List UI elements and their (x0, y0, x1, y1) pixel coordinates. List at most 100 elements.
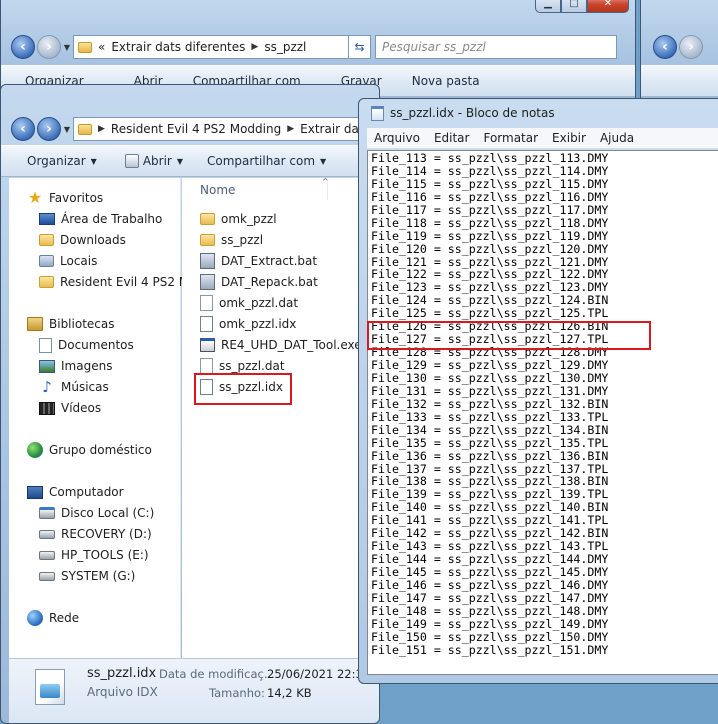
file-item[interactable]: RE4_UHD_DAT_Tool.exe (182, 334, 362, 355)
file-item[interactable]: omk_pzzl.dat (182, 292, 298, 313)
open-icon (124, 154, 139, 168)
folder-icon (78, 123, 92, 135)
breadcrumb-item[interactable]: Extrair dats diferentes (111, 40, 245, 54)
nav-network[interactable]: Rede (27, 608, 79, 628)
nav-item-videos[interactable]: Vídeos (39, 398, 101, 418)
nav-item-drive-c[interactable]: Disco Local (C:) (39, 503, 154, 523)
file-large-icon (35, 669, 65, 705)
open-button[interactable]: Abrir ▼ (107, 154, 193, 168)
nav-computer[interactable]: Computador (27, 482, 124, 502)
music-note-icon: ♪ (42, 378, 52, 396)
notepad-line: File_113 = ss_pzzl\ss_pzzl_113.DMY (371, 151, 609, 165)
nav-homegroup[interactable]: Grupo doméstico (27, 440, 152, 460)
chevron-down-icon: ▼ (320, 156, 327, 166)
back-arrow-icon[interactable]: ‹ (11, 117, 35, 141)
notepad-line: File_150 = ss_pzzl\ss_pzzl_150.DMY (371, 629, 609, 644)
right-background-window: ‹ › (640, 0, 718, 104)
notepad-line: File_115 = ss_pzzl\ss_pzzl_115.DMY (371, 176, 609, 191)
chevron-down-icon: ▼ (176, 156, 184, 166)
nav-label: Favoritos (49, 191, 104, 205)
network-icon (27, 610, 43, 626)
breadcrumb-item[interactable]: Resident Evil 4 PS2 Modding (111, 122, 281, 136)
history-dropdown-icon[interactable]: ▼ (61, 125, 73, 134)
menu-arquivo[interactable]: Arquivo (367, 131, 427, 145)
notepad-line: File_119 = ss_pzzl\ss_pzzl_119.DMY (371, 228, 609, 243)
notepad-line: File_129 = ss_pzzl\ss_pzzl_129.DMY (371, 358, 609, 372)
back-address-bar[interactable]: « Extrair dats diferentes ▶ ss_pzzl (73, 35, 349, 59)
notepad-line: File_151 = ss_pzzl\ss_pzzl_151.DMY (371, 642, 609, 657)
nav-item-music[interactable]: ♪ Músicas (39, 377, 109, 397)
nav-item-drive-e[interactable]: HP_TOOLS (E:) (39, 545, 149, 565)
file-name: ss_pzzl.dat (219, 358, 285, 373)
share-label: Compartilhar com (207, 154, 316, 168)
minimize-button[interactable]: ▁ (535, 0, 561, 13)
file-name: omk_pzzl.idx (219, 316, 297, 331)
file-item[interactable]: omk_pzzl.idx (182, 313, 296, 334)
notepad-line: File_136 = ss_pzzl\ss_pzzl_136.BIN (371, 448, 609, 463)
notepad-window: ss_pzzl.idx - Bloco de notas Arquivo Edi… (358, 98, 718, 684)
organize-button[interactable]: Organizar ▼ (1, 154, 107, 168)
notepad-line: File_146 = ss_pzzl\ss_pzzl_146.DMY (371, 577, 609, 592)
chevron-right-icon[interactable]: ▶ (251, 42, 258, 52)
library-icon (27, 317, 43, 331)
system-drive-icon (39, 507, 55, 519)
menu-formatar[interactable]: Formatar (476, 131, 545, 145)
notepad-text-area[interactable]: File_113 = ss_pzzl\ss_pzzl_113.DMY File_1… (367, 150, 718, 675)
notepad-line: File_114 = ss_pzzl\ss_pzzl_114.DMY (371, 163, 609, 178)
nav-label: Computador (49, 485, 124, 499)
nav-label: SYSTEM (G:) (61, 569, 136, 583)
nav-libraries[interactable]: Bibliotecas (27, 314, 114, 334)
organize-label: Organizar (27, 154, 86, 168)
file-item[interactable]: DAT_Extract.bat (182, 250, 317, 271)
chevron-right-icon[interactable]: ▶ (287, 124, 294, 134)
notepad-line: File_135 = ss_pzzl\ss_pzzl_135.TPL (371, 435, 609, 450)
explorer-address-bar[interactable]: ▶ Resident Evil 4 PS2 Modding ▶ Extrair … (73, 117, 373, 141)
nav-item-locais[interactable]: Locais (39, 251, 97, 271)
refresh-icon[interactable]: ⇆ (349, 35, 371, 59)
menu-exibir[interactable]: Exibir (545, 131, 593, 145)
nav-item-desktop[interactable]: Área de Trabalho (39, 209, 162, 229)
share-button[interactable]: Compartilhar com ▼ (193, 154, 336, 168)
nav-label: Documentos (58, 338, 134, 352)
back-arrow-icon[interactable]: ‹ (653, 35, 677, 59)
nav-item-drive-g[interactable]: SYSTEM (G:) (39, 566, 135, 586)
file-item[interactable]: ss_pzzl (182, 229, 263, 250)
nav-item-re4[interactable]: Resident Evil 4 PS2 Mod (39, 272, 204, 292)
back-arrow-icon[interactable]: ‹ (11, 35, 35, 59)
homegroup-icon (27, 442, 43, 458)
forward-arrow-icon[interactable]: › (37, 117, 61, 141)
maximize-button[interactable]: □ (561, 0, 587, 13)
new-folder-button[interactable]: Nova pasta (392, 74, 490, 88)
film-icon (39, 401, 55, 415)
notepad-line: File_117 = ss_pzzl\ss_pzzl_117.DMY (371, 202, 609, 217)
menu-editar[interactable]: Editar (427, 131, 477, 145)
nav-item-downloads[interactable]: Downloads (39, 230, 126, 250)
file-item[interactable]: DAT_Repack.bat (182, 271, 318, 292)
nav-item-drive-d[interactable]: RECOVERY (D:) (39, 524, 152, 544)
column-header-name[interactable]: Nome (200, 183, 235, 197)
explorer-toolbar: Organizar ▼ Abrir ▼ Compartilhar com ▼ (1, 145, 379, 177)
chevron-right-icon[interactable]: ▶ (98, 124, 105, 134)
history-dropdown-icon[interactable]: ▼ (61, 43, 73, 52)
menu-ajuda[interactable]: Ajuda (593, 131, 641, 145)
nav-item-images[interactable]: Imagens (39, 356, 112, 376)
file-name: DAT_Extract.bat (221, 253, 318, 268)
back-window-controls: ▁ □ ✕ (535, 0, 629, 13)
forward-arrow-icon[interactable]: › (37, 35, 61, 59)
folder-icon (78, 41, 92, 53)
close-button[interactable]: ✕ (587, 0, 629, 13)
dat-file-icon (200, 294, 213, 311)
details-modified-value: 25/06/2021 22:30 (267, 667, 371, 681)
details-file-type: Arquivo IDX (87, 685, 158, 699)
back-window-navbar: ‹ › ▼ « Extrair dats diferentes ▶ ss_pzz… (1, 30, 635, 64)
nav-label: Disco Local (C:) (61, 506, 155, 520)
nav-label: Locais (60, 254, 98, 268)
breadcrumb-item[interactable]: ss_pzzl (264, 40, 306, 54)
nav-label: Imagens (61, 359, 113, 373)
nav-item-documents[interactable]: Documentos (39, 335, 134, 355)
file-item[interactable]: omk_pzzl (182, 208, 277, 229)
forward-arrow-icon[interactable]: › (679, 35, 703, 59)
file-name: DAT_Repack.bat (221, 274, 318, 289)
nav-favorites[interactable]: ★ Favoritos (27, 188, 103, 208)
back-search-input[interactable]: Pesquisar ss_pzzl (375, 35, 617, 59)
